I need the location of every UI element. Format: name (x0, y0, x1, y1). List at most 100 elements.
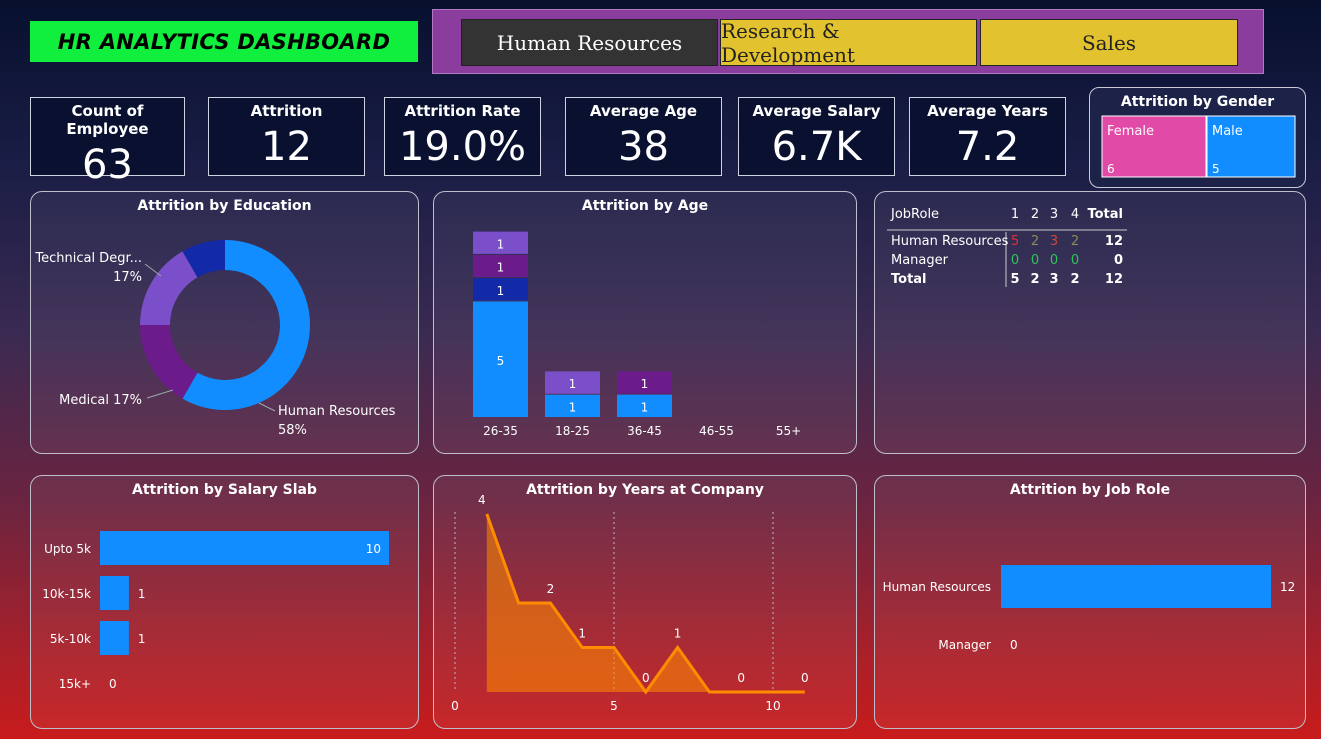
jobrole-matrix-card: JobRole 1 2 3 4 Total Human Resources 5 2 3 2 12 Man… (874, 191, 1306, 454)
matrix-cell: 2 (1031, 234, 1039, 249)
salary-bar-label: 10 (366, 542, 381, 556)
matrix-cell: 0 (1031, 253, 1039, 268)
donut-data-label: Medical 17% (59, 393, 142, 408)
female-label: Female (1107, 124, 1154, 139)
kpi-attrition-rate: Attrition Rate 19.0% (384, 97, 541, 176)
age-bar-label: 5 (497, 354, 505, 368)
matrix-header: Total (1087, 207, 1123, 222)
jobrole-category-label: Human Resources (883, 580, 991, 594)
kpi-value: 12 (261, 124, 312, 170)
jobrole-bar-chart: Human Resources 12 Manager 0 (883, 565, 1295, 652)
jobrole-matrix: JobRole 1 2 3 4 TotalHuman Resources 5 2 3 2 12Man… (887, 207, 1127, 287)
years-data-label: 1 (578, 627, 586, 641)
kpi-average-age: Average Age 38 (565, 97, 722, 176)
matrix-cell: 2 (1071, 234, 1079, 249)
attrition-by-education-card: Attrition by Education Human Resources 58… (30, 191, 419, 454)
age-category-label: 55+ (776, 424, 801, 438)
salary-bar (100, 576, 129, 610)
kpi-count-of-employee: Count of Employee 63 (30, 97, 185, 188)
age-category-label: 26-35 (483, 424, 518, 438)
dashboard-title: HR ANALYTICS DASHBOARD (30, 21, 418, 62)
kpi-label: Average Age (589, 102, 698, 120)
kpi-average-salary: Average Salary 6.7K (738, 97, 895, 176)
matrix-cell: 2 (1030, 272, 1039, 287)
matrix-header: JobRole (890, 207, 939, 222)
kpi-label: Average Salary (752, 102, 881, 120)
years-tick-label: 5 (610, 699, 618, 713)
attrition-by-salary-card: Attrition by Salary Slab Upto 5k 10 10k-15… (30, 475, 419, 729)
kpi-value: 38 (618, 124, 669, 170)
kpi-average-years: Average Years 7.2 (909, 97, 1066, 176)
matrix-cell: 0 (1050, 253, 1058, 268)
attrition-by-jobrole-card: Attrition by Job Role Human Resources 12 M… (874, 475, 1306, 729)
salary-bar-label: 0 (109, 677, 117, 691)
salary-bar-label: 1 (138, 632, 146, 646)
salary-bar-label: 1 (138, 587, 146, 601)
age-bar-label: 1 (497, 237, 505, 251)
salary-bar (100, 531, 389, 565)
kpi-value: 19.0% (398, 124, 527, 170)
age-bar-label: 1 (569, 400, 577, 414)
tab-human-resources[interactable]: Human Resources (461, 19, 718, 66)
tab-sales[interactable]: Sales (980, 19, 1238, 66)
donut-leader-line (144, 263, 162, 277)
matrix-cell: 0 (1011, 253, 1019, 268)
attrition-by-years-card: Attrition by Years at Company 0 5 10 4 2 1 0 1 0… (433, 475, 857, 729)
matrix-row-label: Human Resources (891, 234, 1009, 249)
years-data-label: 2 (547, 582, 555, 596)
matrix-cell: 0 (1071, 253, 1079, 268)
kpi-attrition: Attrition 12 (208, 97, 365, 176)
matrix-header: 1 (1011, 207, 1019, 222)
department-tabs: Human Resources Research & Development S… (432, 9, 1264, 74)
salary-category-label: 15k+ (59, 677, 91, 691)
female-value: 6 (1107, 162, 1115, 176)
kpi-label: Attrition (250, 102, 323, 120)
attrition-by-gender: Attrition by Gender Female 6 Male 5 (1089, 87, 1306, 188)
donut-leader-line (146, 389, 174, 399)
attrition-by-age-card: Attrition by Age 5 1 1 1 26-35 1 1 18-25 1 1 36-45… (433, 191, 857, 454)
jobrole-bar-label: 12 (1280, 580, 1295, 594)
kpi-label: Average Years (927, 102, 1048, 120)
years-area-chart: 0 5 10421010 0 (451, 493, 809, 713)
tab-research-development[interactable]: Research & Development (720, 19, 977, 67)
matrix-row-total: 12 (1105, 272, 1123, 287)
kpi-label: Count of Employee (66, 102, 149, 138)
donut-leader-line (258, 402, 276, 412)
years-data-label: 1 (674, 627, 682, 641)
donut-data-label: Human Resources (278, 404, 396, 419)
matrix-header: 2 (1031, 207, 1039, 222)
age-category-label: 36-45 (627, 424, 662, 438)
salary-category-label: Upto 5k (44, 542, 91, 556)
age-stacked-bar-chart: 5 1 1 1 26-35 1 1 18-25 1 1 36-45 46-55 55+ (473, 231, 801, 438)
kpi-label: Attrition Rate (404, 102, 521, 120)
salary-bar-chart: Upto 5k 10 10k-15k 1 5k-10k 1 15k+ 0 (42, 531, 389, 691)
matrix-header: 3 (1050, 207, 1058, 222)
jobrole-category-label: Manager (938, 638, 991, 652)
years-data-label: 0 (642, 671, 650, 685)
age-bar-label: 1 (497, 284, 505, 298)
kpi-value: 63 (82, 142, 133, 188)
matrix-row-label: Total (891, 272, 927, 287)
male-value: 5 (1212, 162, 1220, 176)
matrix-row-total: 0 (1114, 253, 1123, 268)
gender-treemap: Female 6 Male 5 (1101, 115, 1296, 178)
age-bar-label: 1 (641, 377, 649, 391)
years-tick-label: 10 (765, 699, 780, 713)
years-data-label: 4 (478, 493, 486, 507)
matrix-header: 4 (1071, 207, 1079, 222)
age-category-label: 18-25 (555, 424, 590, 438)
matrix-cell: 5 (1010, 272, 1019, 287)
age-bar-label: 1 (641, 400, 649, 414)
age-bar-label: 1 (497, 261, 505, 275)
male-label: Male (1212, 124, 1243, 139)
years-data-label: 0 (801, 671, 809, 685)
donut-data-label: 17% (113, 270, 142, 285)
donut-data-label: 58% (278, 423, 307, 438)
salary-bar (100, 621, 129, 655)
matrix-cell: 3 (1049, 272, 1058, 287)
salary-category-label: 10k-15k (42, 587, 91, 601)
kpi-value: 6.7K (771, 124, 862, 170)
matrix-row-total: 12 (1105, 234, 1123, 249)
matrix-row-label: Manager (891, 253, 949, 268)
age-bar-label: 1 (569, 377, 577, 391)
